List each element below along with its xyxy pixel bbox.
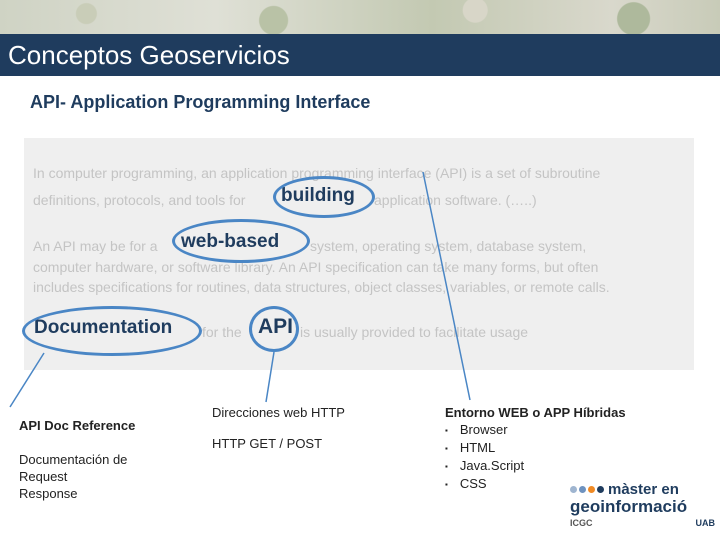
logo-badge-uab: UAB (695, 518, 716, 528)
left-column-line: Response (19, 486, 78, 501)
middle-column-line: HTTP GET / POST (212, 436, 323, 451)
left-column-line: Documentación de (19, 452, 128, 467)
connector-documentation (9, 352, 45, 408)
middle-column-heading: Direcciones web HTTP (212, 405, 345, 420)
right-column-item: Browser (445, 421, 626, 439)
left-column-line: Request (19, 469, 68, 484)
right-column-item: HTML (445, 439, 626, 457)
logo-dots-icon (570, 480, 606, 498)
logo-line-1: màster en (608, 480, 679, 498)
connector-api (265, 351, 275, 403)
logo-line-2: geoinformació (570, 497, 688, 516)
right-column-item: Java.Script (445, 457, 626, 475)
logo-badge-icgc: ICGC (570, 518, 593, 528)
left-column: API Doc Reference Documentación de Reque… (19, 417, 135, 502)
connector-building (422, 171, 471, 401)
right-column-heading: Entorno WEB o APP Híbridas (445, 405, 626, 420)
left-column-heading: API Doc Reference (19, 418, 136, 433)
master-geoinformacio-logo: màster en geoinformació ICGC UAB (570, 480, 715, 536)
middle-column: Direcciones web HTTP HTTP GET / POST (212, 404, 345, 452)
